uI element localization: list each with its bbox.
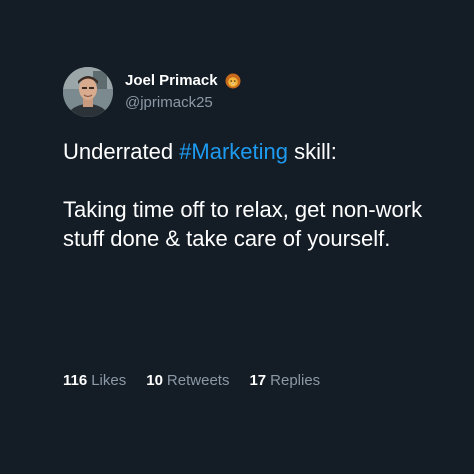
display-name-row: Joel Primack: [125, 72, 241, 90]
replies-count: 17: [249, 372, 267, 389]
profile-photo-icon: [63, 67, 113, 117]
tweet-line-1-suffix: skill:: [288, 139, 337, 164]
tweet-text: Underrated #Marketing skill: Taking time…: [63, 137, 443, 253]
retweets-count: 10: [146, 372, 163, 389]
likes-stat[interactable]: 116 Likes: [63, 372, 126, 390]
retweets-stat[interactable]: 10 Retweets: [146, 372, 229, 390]
hashtag-link[interactable]: #Marketing: [179, 139, 288, 164]
likes-label: Likes: [91, 372, 127, 389]
avatar[interactable]: [63, 67, 113, 117]
tweet-card: Joel Primack @jprimack25 Underrated #Mar…: [0, 0, 474, 474]
retweets-label: Retweets: [166, 372, 230, 389]
tweet-line-2: Taking time off to relax, get non-work s…: [63, 197, 423, 251]
replies-stat[interactable]: 17 Replies: [249, 372, 320, 390]
author-names: Joel Primack @jprimack25: [125, 72, 241, 112]
likes-count: 116: [63, 372, 88, 389]
tweet-line-1: Underrated #Marketing skill:: [63, 137, 443, 166]
lion-emoji-icon: [225, 73, 241, 89]
tweet-header: Joel Primack @jprimack25: [63, 67, 241, 117]
tweet-line-1-prefix: Underrated: [63, 139, 180, 164]
engagement-stats: 116 Likes 10 Retweets 17 Replies: [63, 372, 340, 390]
replies-label: Replies: [270, 372, 321, 389]
handle[interactable]: @jprimack25: [125, 94, 241, 112]
display-name[interactable]: Joel Primack: [125, 72, 218, 90]
